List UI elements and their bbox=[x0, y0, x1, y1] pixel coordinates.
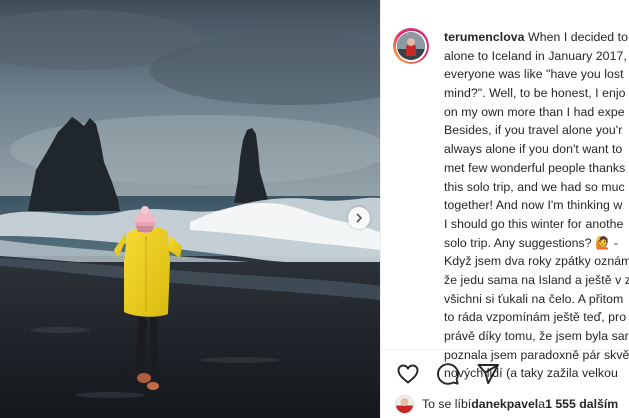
heart-icon bbox=[397, 364, 419, 384]
post-caption: terumenclova When I decided to alone to … bbox=[444, 28, 629, 383]
caption-line: together! And now I'm thinking w bbox=[444, 198, 623, 213]
liker-avatar[interactable] bbox=[395, 394, 414, 414]
story-ring[interactable] bbox=[393, 28, 429, 64]
caption-line: always alone if you don't want to bbox=[444, 142, 623, 157]
caption-line: Besides, if you travel alone you'r bbox=[444, 123, 623, 138]
caption-line: solo trip. Any suggestions? 🙋 - bbox=[444, 235, 619, 250]
iceland-beach-image bbox=[0, 0, 380, 418]
like-button[interactable] bbox=[395, 361, 421, 387]
caption-line: právě díky tomu, že jsem byla sar bbox=[444, 329, 629, 343]
caption-line: terumenclova When I decided to bbox=[444, 30, 629, 44]
caption-line: this solo trip, and we had so muc bbox=[444, 179, 625, 194]
likes-summary: To se líbí danekpavel a 1 555 dalším bbox=[395, 394, 618, 414]
post-actions bbox=[395, 361, 501, 387]
likes-prefix: To se líbí bbox=[422, 397, 472, 411]
caption-line: met few wonderful people thanks bbox=[444, 160, 626, 175]
caption-line: on my own more than I had expe bbox=[444, 104, 625, 119]
caption-area: terumenclova When I decided to alone to … bbox=[381, 14, 629, 380]
share-button[interactable] bbox=[475, 361, 501, 387]
caption-line: to ráda vzpomínám ještě teď, pro bbox=[444, 310, 627, 325]
chevron-right-icon bbox=[356, 213, 363, 223]
comment-button[interactable] bbox=[435, 361, 461, 387]
divider bbox=[381, 349, 629, 350]
liker-username[interactable]: danekpavel bbox=[471, 397, 538, 411]
caption-line: všichni si ťukali na čelo. A přitom bbox=[444, 291, 624, 306]
caption-line: Když jsem dva roky zpátky oznám bbox=[444, 254, 629, 269]
author-username[interactable]: terumenclova bbox=[444, 30, 525, 44]
comment-icon bbox=[437, 363, 459, 385]
caption-line: alone to Iceland in January 2017, bbox=[444, 48, 627, 63]
avatar bbox=[397, 32, 425, 60]
next-photo-button[interactable] bbox=[348, 207, 370, 229]
caption-line: I should go this winter for anothe bbox=[444, 216, 624, 231]
caption-line: everyone was like "have you lost bbox=[444, 67, 624, 82]
paper-plane-icon bbox=[477, 364, 499, 385]
likes-connector: a bbox=[538, 397, 546, 411]
post-sidebar: terumenclova When I decided to alone to … bbox=[380, 0, 629, 418]
likes-count[interactable]: 1 555 dalším bbox=[545, 397, 618, 411]
caption-line: mind?". Well, to be honest, I enjo bbox=[444, 86, 626, 101]
caption-line: že jedu sama na Island a ještě v z bbox=[444, 272, 629, 287]
post-photo bbox=[0, 0, 380, 418]
